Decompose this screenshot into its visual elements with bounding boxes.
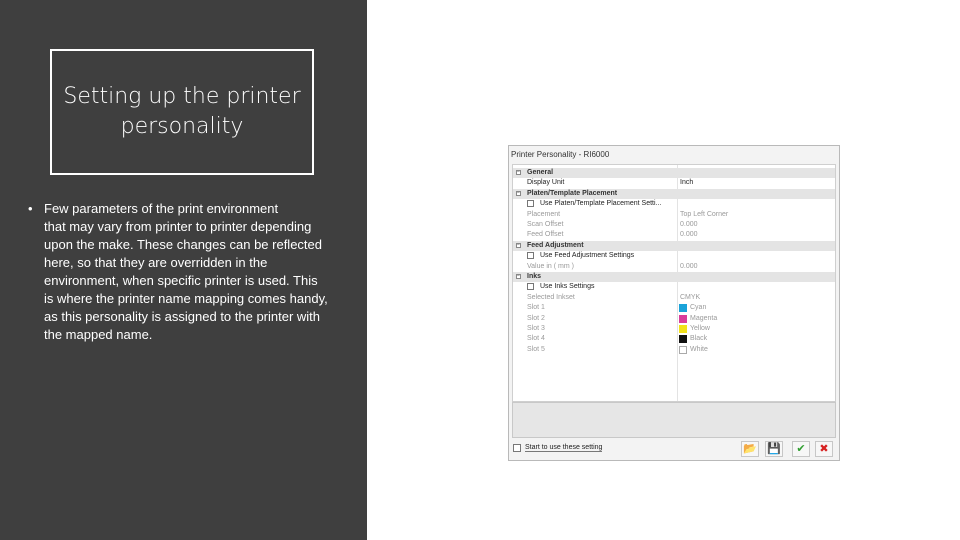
close-icon: ✖ — [819, 442, 829, 455]
property-row[interactable]: Value in ( mm ) 0.000 — [513, 262, 835, 272]
category-label: General — [527, 169, 554, 176]
title-box: Setting up the printer personality — [50, 49, 314, 175]
cancel-button[interactable]: ✖ — [815, 441, 833, 457]
settings-checkbox[interactable] — [527, 200, 534, 208]
collapse-icon[interactable]: − — [516, 170, 521, 175]
folder-open-icon: 📂 — [743, 442, 757, 455]
checkmark-icon: ✔ — [796, 442, 806, 455]
property-key: Scan Offset — [527, 221, 564, 228]
ink-slot-row[interactable]: Slot 5 White — [513, 345, 835, 355]
collapse-icon[interactable]: − — [516, 242, 521, 248]
property-row[interactable]: Feed Offset 0.000 — [513, 230, 835, 240]
property-value[interactable]: 0.000 — [680, 221, 698, 228]
bullet-body-text: that may vary from printer to printer de… — [44, 219, 328, 342]
ok-button[interactable]: ✔ — [792, 441, 810, 457]
collapse-icon[interactable]: − — [516, 274, 521, 279]
printer-personality-dialog: Printer Personality - RI6000 − General Dis… — [508, 145, 840, 461]
dialog-bottom-bar: Start to use these setting 📂 💾 ✔ ✖ — [509, 438, 839, 460]
property-key: Feed Offset — [527, 231, 564, 239]
checkbox-row[interactable]: Use Feed Adjustment Settings — [513, 251, 835, 261]
bullet-symbol: • — [28, 201, 33, 216]
category-label: Inks — [527, 273, 542, 280]
slide-title: Setting up the printer personality — [63, 84, 301, 139]
property-value[interactable]: Top Left Corner — [680, 211, 728, 218]
checkbox-label: Use Inks Settings — [540, 283, 595, 291]
dialog-title: Printer Personality - RI6000 — [511, 150, 610, 159]
slot-label: Slot 2 — [527, 314, 545, 322]
slot-label: Slot 4 — [527, 335, 545, 343]
color-swatch — [679, 325, 687, 333]
property-key: Value in ( mm ) — [527, 262, 574, 270]
checkbox-label: Use Feed Adjustment Settings — [540, 252, 635, 260]
slot-label: Slot 3 — [527, 325, 545, 332]
save-button[interactable]: 💾 — [765, 441, 783, 457]
property-value[interactable]: CMYK — [680, 294, 700, 301]
settings-checkbox[interactable] — [527, 283, 534, 291]
category-row[interactable]: − Inks — [513, 272, 835, 282]
left-panel: Setting up the printer personality • Few… — [0, 0, 367, 540]
property-row[interactable]: Scan Offset 0.000 — [513, 220, 835, 230]
checkbox-row[interactable]: Use Platen/Template Placement Setti... — [513, 199, 835, 209]
color-swatch — [679, 335, 687, 344]
ink-slot-row[interactable]: Slot 2 Magenta — [513, 314, 835, 324]
slot-label: Slot 1 — [527, 304, 545, 312]
ink-color-name[interactable]: Black — [690, 335, 707, 342]
ink-color-name[interactable]: Magenta — [690, 315, 717, 322]
open-folder-button[interactable]: 📂 — [741, 441, 759, 457]
property-row[interactable]: Selected Inkset CMYK — [513, 293, 835, 303]
collapse-icon[interactable]: − — [516, 190, 521, 196]
start-checkbox[interactable] — [513, 444, 521, 452]
property-key: Selected Inkset — [527, 293, 575, 301]
category-label: Platen/Template Placement — [527, 189, 618, 197]
property-value[interactable]: 0.000 — [680, 263, 698, 270]
bullet-paragraph: • Few parameters of the print environmen… — [28, 200, 328, 344]
category-row[interactable]: − Feed Adjustment — [513, 240, 835, 251]
bullet-first-line: Few parameters of the print environment — [44, 201, 279, 216]
category-row[interactable]: − General — [513, 168, 835, 178]
category-label: Feed Adjustment — [527, 241, 584, 249]
slot-label: Slot 5 — [527, 345, 545, 353]
description-area — [512, 402, 836, 438]
ink-color-name[interactable]: Cyan — [690, 304, 706, 311]
property-row[interactable]: Placement Top Left Corner — [513, 210, 835, 220]
property-key: Placement — [527, 210, 561, 218]
checkbox-label: Use Platen/Template Placement Setti... — [540, 200, 662, 208]
settings-checkbox[interactable] — [527, 252, 534, 260]
ink-slot-row[interactable]: Slot 4 Black — [513, 334, 835, 344]
color-swatch — [679, 304, 687, 313]
property-row[interactable]: Display Unit Inch — [513, 178, 835, 188]
checkbox-row[interactable]: Use Inks Settings — [513, 282, 835, 292]
property-value[interactable]: 0.000 — [680, 231, 698, 238]
color-swatch — [679, 345, 687, 354]
property-value[interactable]: Inch — [680, 179, 693, 186]
floppy-disk-icon: 💾 — [767, 442, 781, 455]
category-row[interactable]: − Platen/Template Placement — [513, 188, 835, 199]
property-grid: − General Display Unit Inch − Platen/Template… — [512, 164, 836, 402]
color-swatch — [679, 314, 687, 323]
start-checkbox-label[interactable]: Start to use these setting — [525, 444, 603, 452]
ink-color-name[interactable]: Yellow — [690, 325, 710, 332]
property-key: Display Unit — [527, 179, 565, 187]
ink-color-name[interactable]: White — [690, 346, 708, 353]
ink-slot-row[interactable]: Slot 1 Cyan — [513, 303, 835, 313]
ink-slot-row[interactable]: Slot 3 Yellow — [513, 324, 835, 334]
